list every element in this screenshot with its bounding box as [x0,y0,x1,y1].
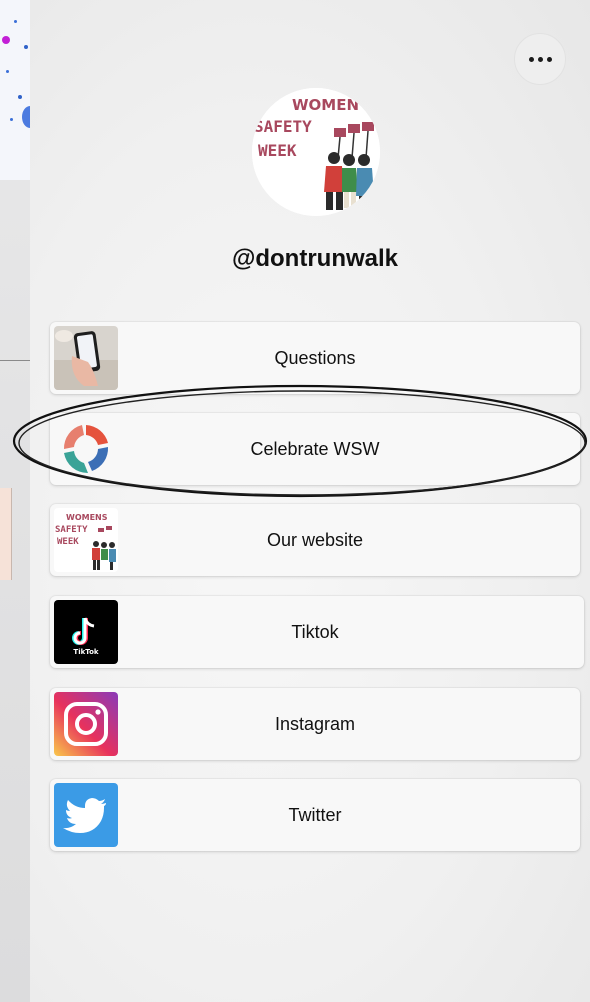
profile-avatar: WOMEN'S SAFETY WEEK [252,88,380,216]
link-label: Celebrate WSW [250,438,380,459]
linktree-card: WOMEN'S SAFETY WEEK @dontrunwalk Questio… [30,0,590,1002]
background-panel [0,488,12,580]
link-label: Our website [266,529,364,550]
link-celebrate-wsw[interactable]: Celebrate WSW [50,413,580,485]
link-label: Tiktok [291,621,339,642]
link-tiktok[interactable]: TikTok Tiktok [50,596,584,668]
more-options-button[interactable] [514,33,566,85]
link-label: Twitter [288,804,342,825]
link-twitter[interactable]: Twitter [50,779,580,851]
avatar-text-line-3: WEEK [258,141,297,160]
avatar-text-line-1: WOMEN'S [292,96,374,114]
link-label: Questions [274,347,356,368]
avatar-text-line-2: SAFETY [254,117,312,136]
link-instagram[interactable]: Instagram [50,688,580,760]
link-questions[interactable]: Questions [50,322,580,394]
link-label: Instagram [274,713,356,734]
more-horizontal-icon [528,56,534,62]
link-our-website[interactable]: WOMENS SAFETY WEEK Our website [50,504,580,576]
profile-handle: @dontrunwalk [231,245,399,272]
womens-safety-week-avatar-icon: WOMEN'S SAFETY WEEK [252,88,380,216]
